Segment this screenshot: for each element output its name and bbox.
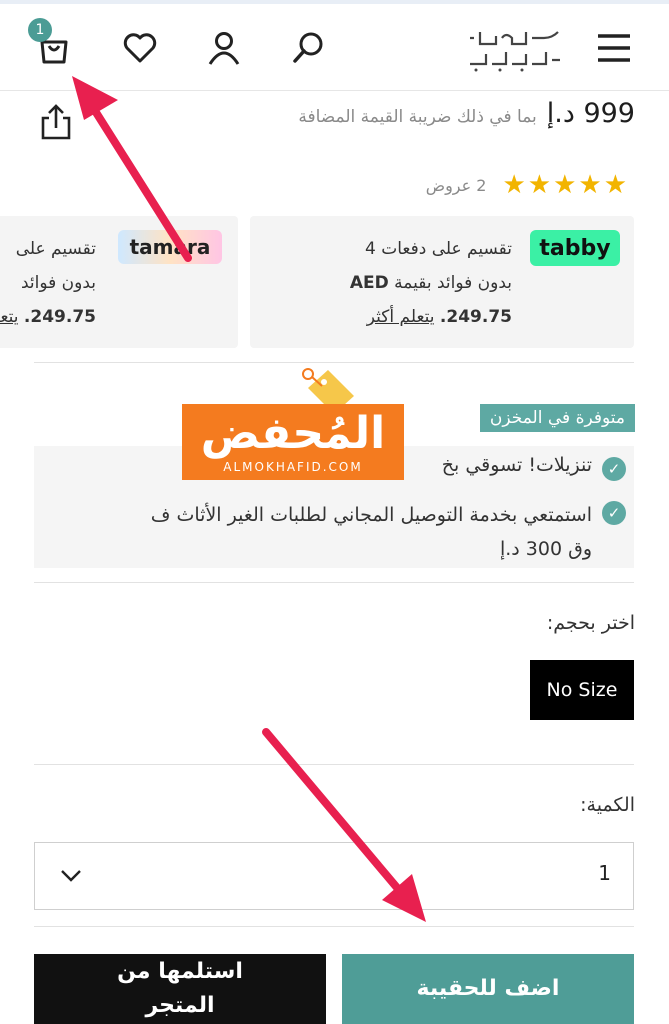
divider [34,926,634,927]
tamara-line1: تقسيم على [15,239,96,259]
heart-icon [123,33,157,63]
divider [34,582,634,583]
watermark-logo: المُحفض ALMOKHAFID.COM [182,366,404,480]
watermark-url: ALMOKHAFID.COM [223,460,363,474]
tabby-line3: 249.75. يتعلم أكثر [350,300,512,334]
tabby-amount: 249.75. [439,307,512,327]
share-button[interactable] [36,102,76,142]
menu-icon [598,34,630,62]
tabby-learn-more-link[interactable]: يتعلم أكثر [367,307,435,327]
account-button[interactable] [200,24,248,72]
cart-count-badge: 1 [28,18,52,42]
tabby-card: tabby تقسيم على دفعات 4 بدون فوائد بقيمة… [250,216,634,348]
wishlist-button[interactable] [116,24,164,72]
tabby-line2-text: بدون فوائد بقيمة [388,273,512,293]
tamara-card: tamara تقسيم على بدون فوائد 249.75. يتعل… [0,216,238,348]
brand-logo[interactable] [466,24,564,74]
header: 1 [0,4,669,91]
benefit-sale: ✓ تنزيلات! تسوقي بخ [442,454,626,481]
quantity-value: 1 [598,861,611,885]
offers-link[interactable]: 2 عروض [426,176,487,195]
tamara-line2: بدون فوائد [20,273,96,293]
size-option[interactable]: No Size [530,660,634,720]
tabby-text: تقسيم على دفعات 4 بدون فوائد بقيمة AED 2… [350,232,512,334]
watermark-title: المُحفض [200,408,386,459]
quantity-select[interactable]: 1 [34,842,634,910]
product-price: 999 د.إ [546,98,635,129]
menu-button[interactable] [590,24,638,72]
stock-badge: متوفرة في المخزن [479,404,635,432]
tamara-logo: tamara [118,230,222,264]
tabby-currency: AED [349,273,389,293]
benefit-shipping-text: استمتعي بخدمة التوصيل المجاني لطلبات الغ… [151,498,592,566]
store-pickup-button[interactable]: استلمها من المتجر [34,954,326,1024]
check-icon: ✓ [602,501,626,525]
divider [34,764,634,765]
tabby-line1: تقسيم على دفعات 4 [364,239,512,259]
store-pickup-line1: استلمها من [117,959,243,984]
tabby-line2: بدون فوائد بقيمة AED [350,266,512,300]
mamas-papas-logo [470,31,560,72]
benefit-shipping-line2: وق 300 د.إ [499,538,592,560]
store-pickup-line2: المتجر [145,993,215,1018]
benefit-shipping: ✓ استمتعي بخدمة التوصيل المجاني لطلبات ا… [151,498,626,566]
tamara-line3: 249.75. يتعلم [0,300,96,334]
share-icon [41,104,71,140]
chevron-down-icon [61,870,81,882]
tamara-text: تقسيم على بدون فوائد 249.75. يتعلم [0,232,96,334]
check-icon: ✓ [602,457,626,481]
user-icon [208,32,240,65]
vat-note: بما في ذلك ضريبة القيمة المضافة [298,107,537,127]
size-label: اختر بحجم: [546,612,635,634]
tabby-logo: tabby [530,230,620,266]
rating-row: ★★★★★ 2 عروض [426,170,629,200]
store-pickup-label: استلمها من المتجر [117,955,243,1023]
search-icon [293,32,323,63]
watermark-box: المُحفض ALMOKHAFID.COM [182,404,404,480]
price-row: 999 د.إ بما في ذلك ضريبة القيمة المضافة [298,98,635,129]
search-button[interactable] [284,24,332,72]
rating-stars: ★★★★★ [502,170,629,200]
quantity-label: الكمية: [580,794,635,816]
benefit-sale-text: تنزيلات! تسوقي بخ [441,454,592,476]
tamara-learn-more-link[interactable]: يتعلم [0,307,19,327]
benefit-shipping-line1: استمتعي بخدمة التوصيل المجاني لطلبات الغ… [150,504,592,526]
divider [34,362,634,363]
tamara-amount: 249.75. [23,307,96,327]
add-to-bag-button[interactable]: اضف للحقيبة [342,954,634,1024]
